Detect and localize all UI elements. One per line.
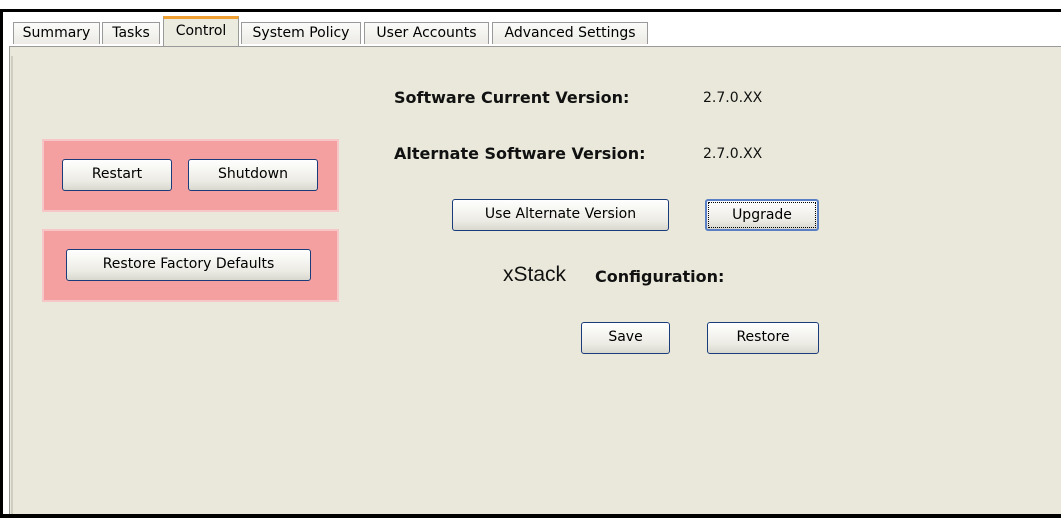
tab-bar: Summary Tasks Control System Policy User…	[9, 16, 1061, 48]
restore-configuration-button[interactable]: Restore	[707, 322, 819, 354]
tab-summary[interactable]: Summary	[13, 22, 100, 44]
tab-system-policy[interactable]: System Policy	[241, 22, 361, 44]
save-configuration-button[interactable]: Save	[581, 322, 670, 354]
software-current-version-label: Software Current Version:	[394, 88, 630, 107]
tab-user-accounts[interactable]: User Accounts	[364, 22, 489, 44]
restart-button[interactable]: Restart	[62, 159, 172, 191]
use-alternate-version-button[interactable]: Use Alternate Version	[452, 199, 669, 231]
configuration-label: Configuration:	[595, 267, 725, 286]
alternate-software-version-label: Alternate Software Version:	[394, 144, 646, 163]
software-current-version-value: 2.7.0.XX	[703, 90, 763, 106]
tab-advanced-settings[interactable]: Advanced Settings	[492, 22, 648, 44]
upgrade-button[interactable]: Upgrade	[705, 199, 819, 231]
xstack-brand: xStack	[503, 263, 567, 286]
shutdown-button[interactable]: Shutdown	[188, 159, 318, 191]
restore-factory-defaults-button[interactable]: Restore Factory Defaults	[66, 249, 311, 281]
tab-tasks[interactable]: Tasks	[102, 22, 160, 44]
tab-control[interactable]: Control	[163, 16, 239, 46]
window-border-top	[0, 9, 1061, 12]
panel-edge	[11, 56, 13, 514]
window: Summary Tasks Control System Policy User…	[0, 0, 1061, 518]
window-border-bottom	[0, 514, 1061, 518]
window-border-left	[0, 9, 3, 518]
alternate-software-version-value: 2.7.0.XX	[703, 146, 763, 162]
